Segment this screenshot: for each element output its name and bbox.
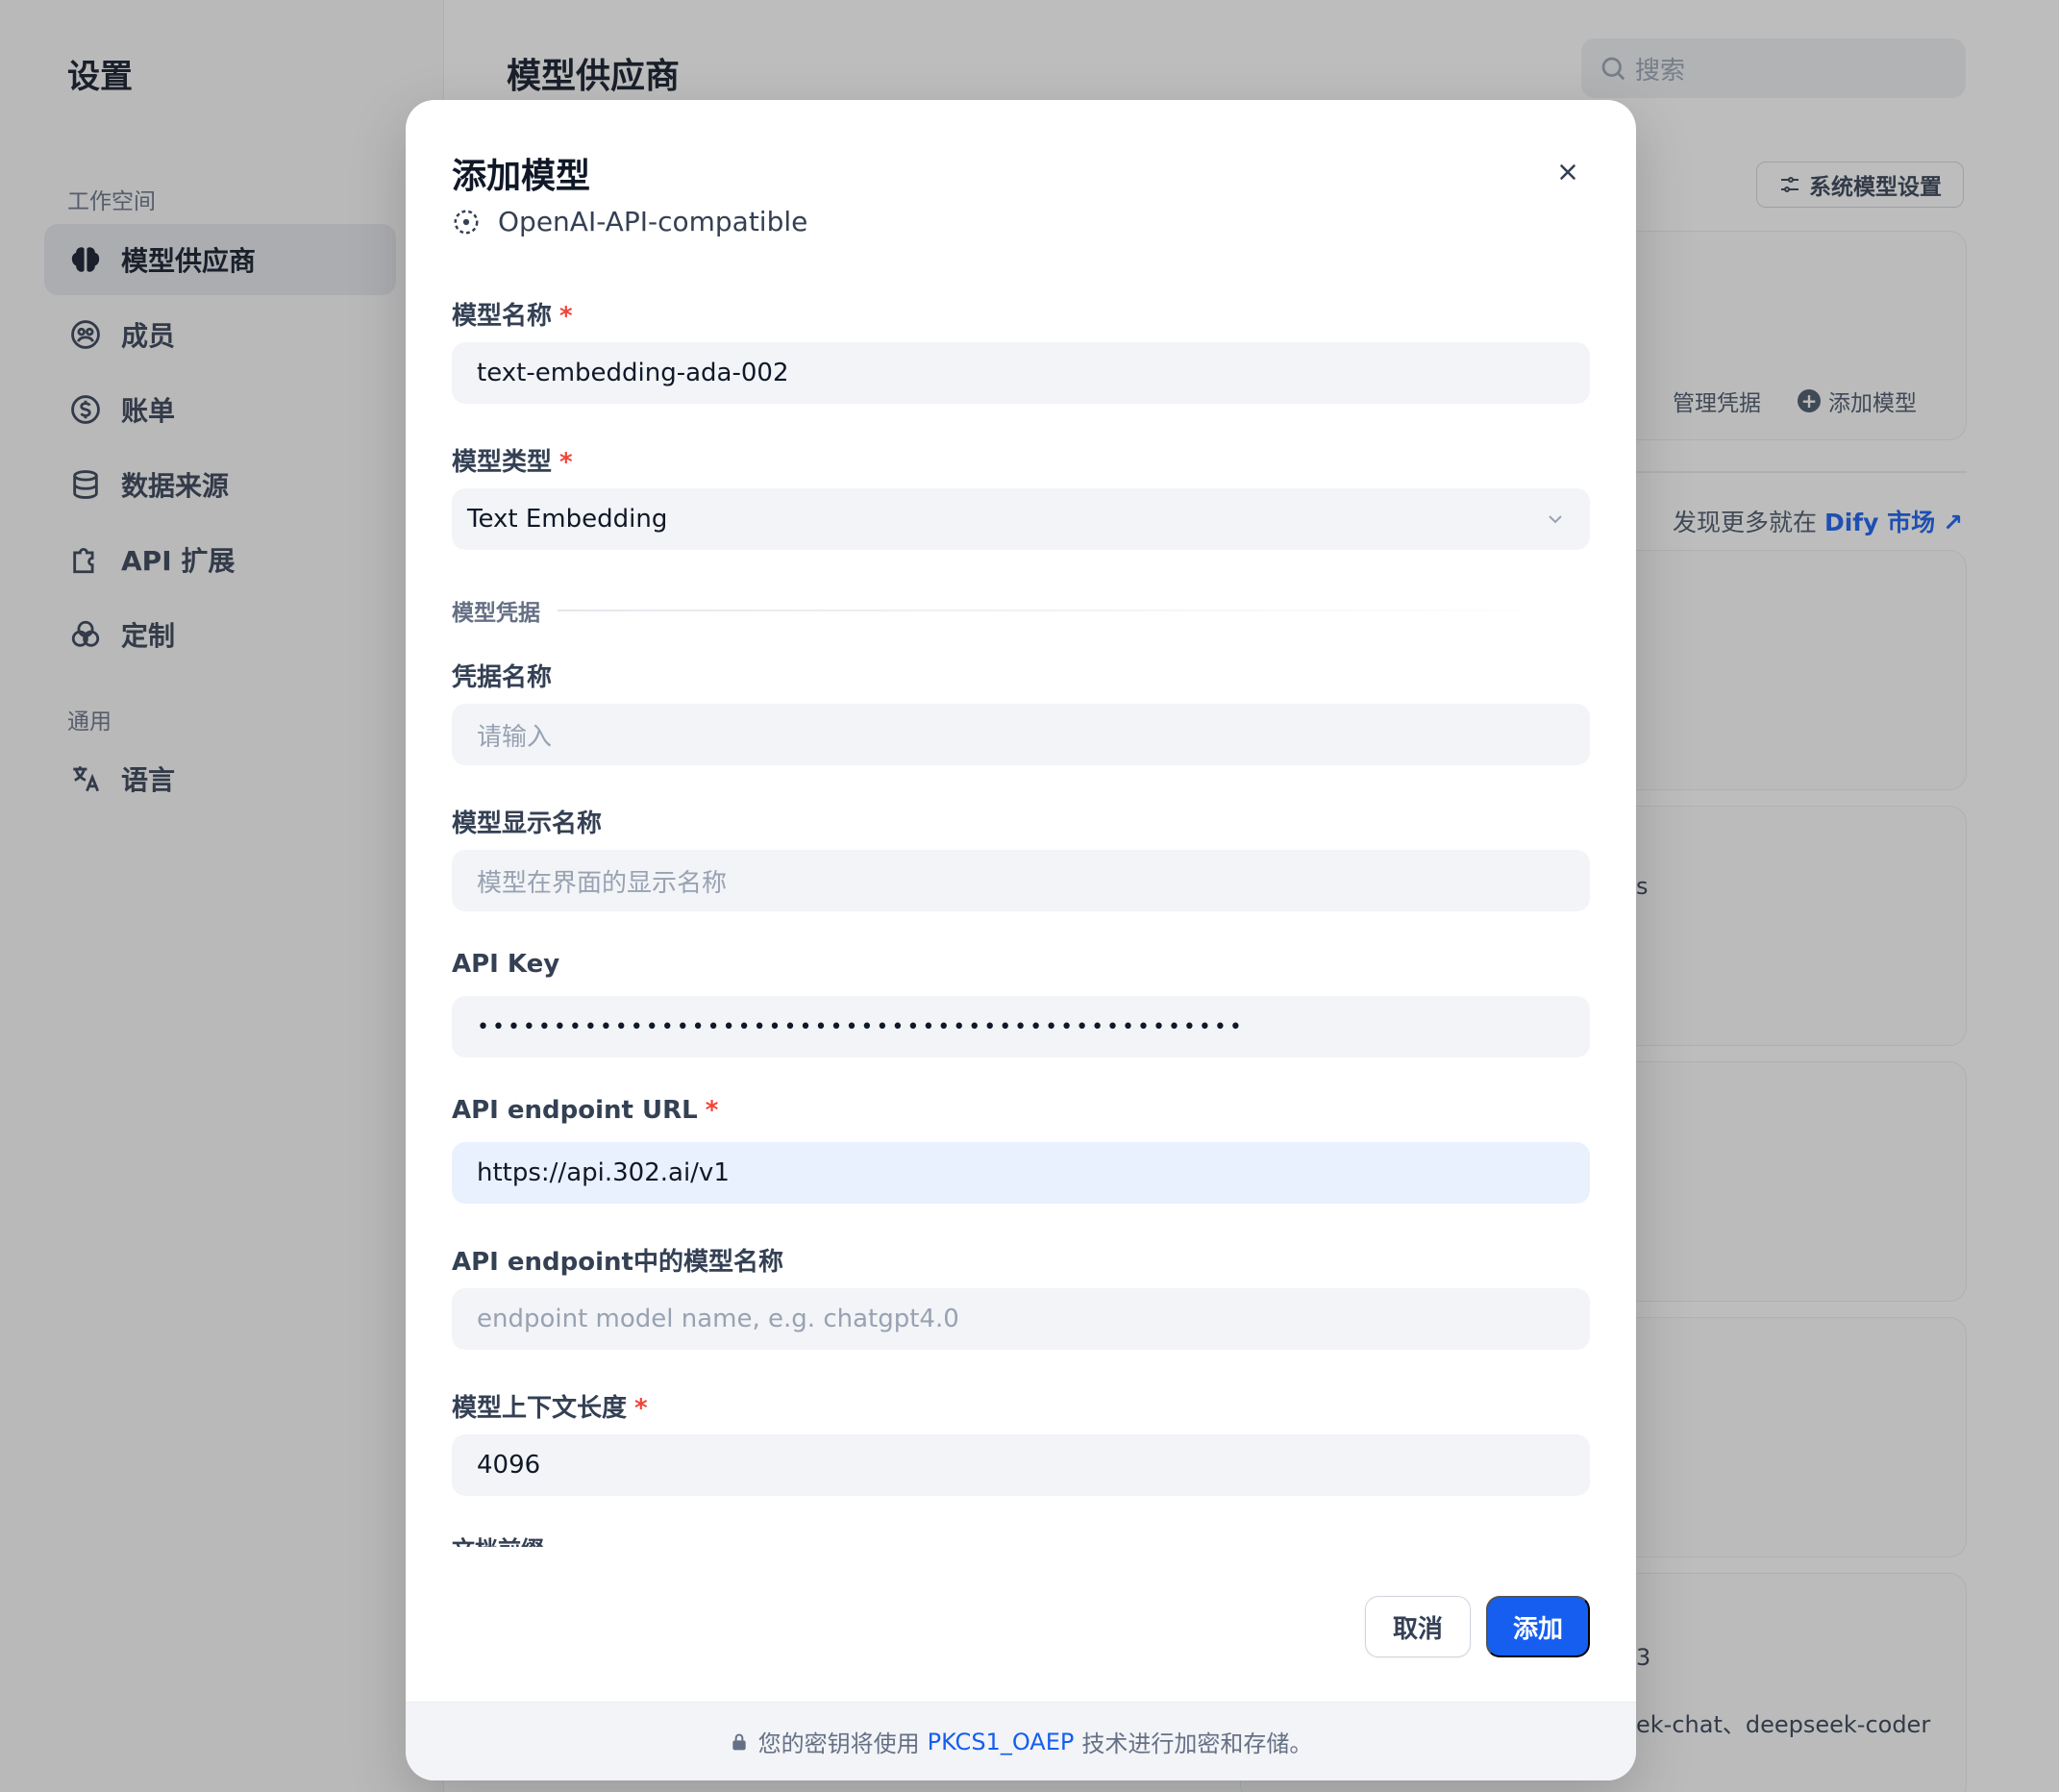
- provider-info: OpenAI-API-compatible: [452, 206, 807, 237]
- endpoint-model-name-input[interactable]: endpoint model name, e.g. chatgpt4.0: [452, 1288, 1590, 1350]
- lock-icon: [732, 1733, 746, 1750]
- credentials-section-header: 模型凭据: [452, 594, 1590, 627]
- api-compatible-icon: [454, 210, 479, 234]
- model-type-value: Text Embedding: [467, 505, 668, 534]
- model-name-label: 模型名称 *: [452, 302, 573, 331]
- credential-name-input[interactable]: 请输入: [452, 704, 1590, 765]
- api-key-input[interactable]: ••••••••••••••••••••••••••••••••••••••••…: [452, 996, 1590, 1058]
- api-key-label: API Key: [452, 950, 560, 979]
- notice-suffix: 技术进行加密和存储。: [1081, 1730, 1313, 1757]
- pkcs-link[interactable]: PKCS1_OAEP: [928, 1729, 1075, 1755]
- model-type-select[interactable]: Text Embedding: [452, 488, 1590, 550]
- endpoint-model-name-label: API endpoint中的模型名称: [452, 1248, 783, 1277]
- divider: [558, 610, 1590, 611]
- add-model-dialog: 添加模型 OpenAI-API-compatible 模型名称 * text-em…: [406, 100, 1636, 1780]
- context-size-label: 模型上下文长度 *: [452, 1394, 648, 1423]
- add-button[interactable]: 添加: [1486, 1596, 1590, 1657]
- notice-prefix: 您的密钥将使用: [757, 1730, 920, 1757]
- close-button[interactable]: [1551, 156, 1584, 188]
- context-size-input[interactable]: 4096: [452, 1434, 1590, 1496]
- credential-name-label: 凭据名称: [452, 663, 553, 692]
- chevron-down-icon: [1549, 515, 1562, 524]
- provider-name: OpenAI-API-compatible: [498, 206, 808, 237]
- endpoint-url-input[interactable]: https://api.302.ai/v1: [452, 1142, 1590, 1204]
- display-name-label: 模型显示名称: [452, 809, 603, 838]
- model-name-input[interactable]: text-embedding-ada-002: [452, 342, 1590, 404]
- cancel-button[interactable]: 取消: [1365, 1596, 1471, 1657]
- close-icon: [1560, 164, 1575, 180]
- section-label: 模型凭据: [452, 601, 540, 626]
- endpoint-url-label: API endpoint URL *: [452, 1096, 719, 1125]
- display-name-input[interactable]: 模型在界面的显示名称: [452, 850, 1590, 911]
- dialog-title: 添加模型: [452, 157, 591, 196]
- scroll-clip: [406, 1547, 1636, 1585]
- encryption-notice: 您的密钥将使用 PKCS1_OAEP 技术进行加密和存储。: [406, 1702, 1636, 1780]
- model-type-label: 模型类型 *: [452, 448, 573, 477]
